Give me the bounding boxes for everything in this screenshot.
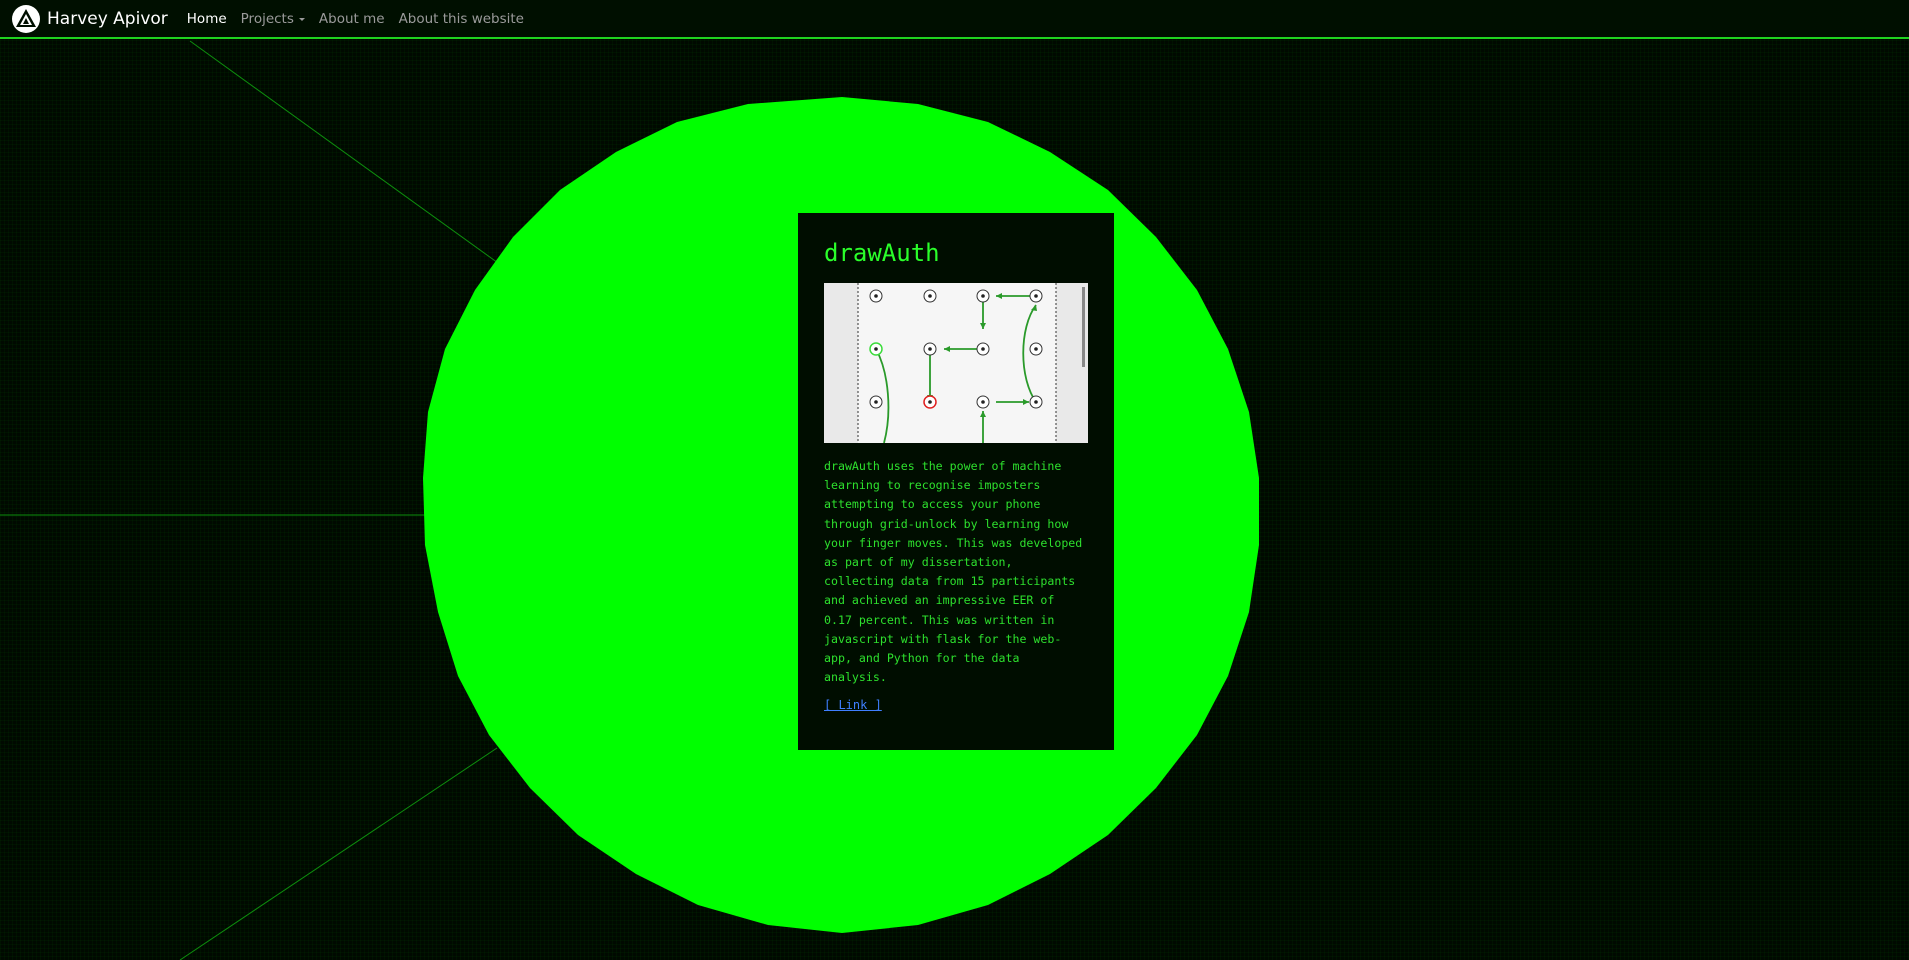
nav-link-home[interactable]: Home xyxy=(187,11,227,27)
graph-edge xyxy=(179,747,498,960)
project-card: drawAuth drawAuth uses the power of mach… xyxy=(798,213,1114,750)
triangle-logo-icon xyxy=(11,4,41,34)
nav-link-about-website[interactable]: About this website xyxy=(399,11,524,27)
card-title: drawAuth xyxy=(824,239,940,267)
brand-name: Harvey Apivor xyxy=(47,8,168,29)
card-description: drawAuth uses the power of machine learn… xyxy=(824,459,1083,685)
caret-down-icon xyxy=(298,17,305,21)
nav-link-projects-label: Projects xyxy=(240,10,294,27)
top-navbar: Harvey Apivor Home Projects About me Abo… xyxy=(0,0,1909,39)
nav-links: Home Projects About me About this websit… xyxy=(187,11,538,27)
grid-unlock-pattern-image xyxy=(824,283,1088,443)
nav-link-about-me[interactable]: About me xyxy=(319,11,385,27)
project-link[interactable]: [ Link ] xyxy=(824,698,882,712)
graph-edge xyxy=(189,40,506,269)
nav-dropdown-projects[interactable]: Projects xyxy=(241,11,305,27)
brand-link[interactable]: Harvey Apivor xyxy=(11,4,168,34)
